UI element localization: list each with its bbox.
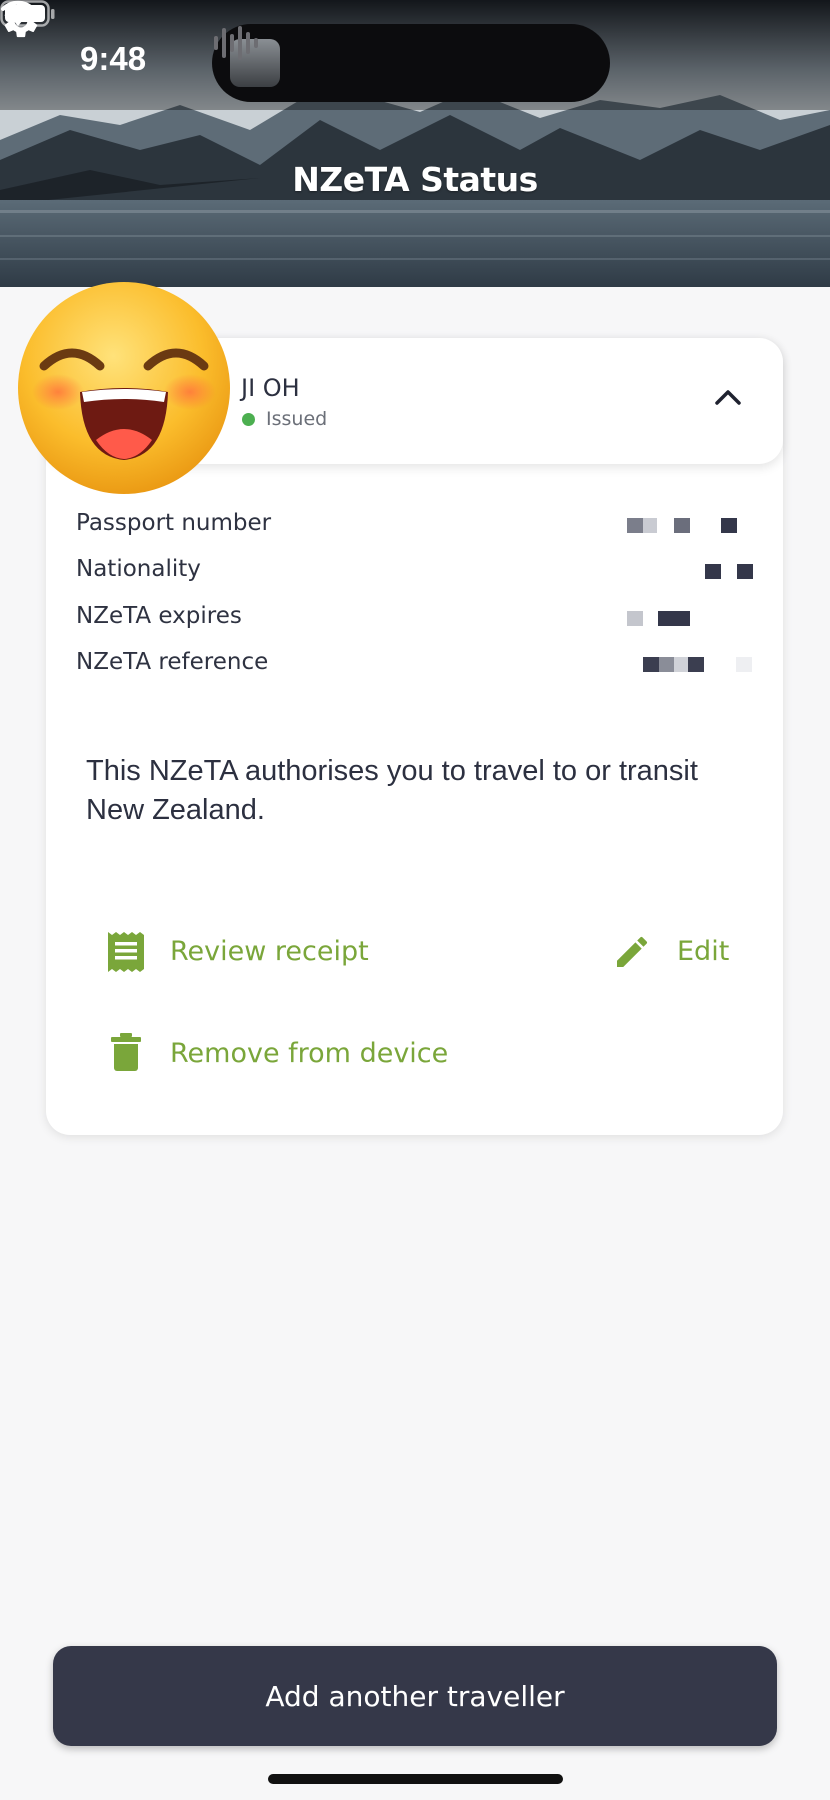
dynamic-island [212,24,610,102]
edit-label: Edit [677,936,730,967]
home-indicator [268,1774,563,1784]
audio-wave-icon [214,26,258,60]
gear-icon[interactable] [0,0,42,42]
status-time: 9:48 [80,40,147,77]
nzeta-expires-label: NZeTA expires [76,603,242,629]
header-banner: 9:48 NZeTA Status [0,0,830,287]
add-another-traveller-button[interactable]: Add another traveller [53,1646,777,1746]
page-title: NZeTA Status [292,160,538,199]
remove-from-device-label: Remove from device [170,1038,449,1069]
review-receipt-label: Review receipt [170,936,369,967]
nationality-label: Nationality [76,556,201,582]
authorisation-text: This NZeTA authorises you to travel to o… [86,755,698,826]
traveller-name: JI OH [241,374,300,402]
status-indicator-dot [242,413,255,426]
chevron-up-icon[interactable] [714,386,742,410]
trash-icon [111,1033,141,1071]
smiling-emoji-icon [18,282,230,494]
nzeta-reference-label: NZeTA reference [76,649,269,675]
passport-number-label: Passport number [76,510,272,536]
status-badge: Issued [266,408,328,430]
receipt-icon [108,932,144,972]
edit-icon [617,936,648,967]
